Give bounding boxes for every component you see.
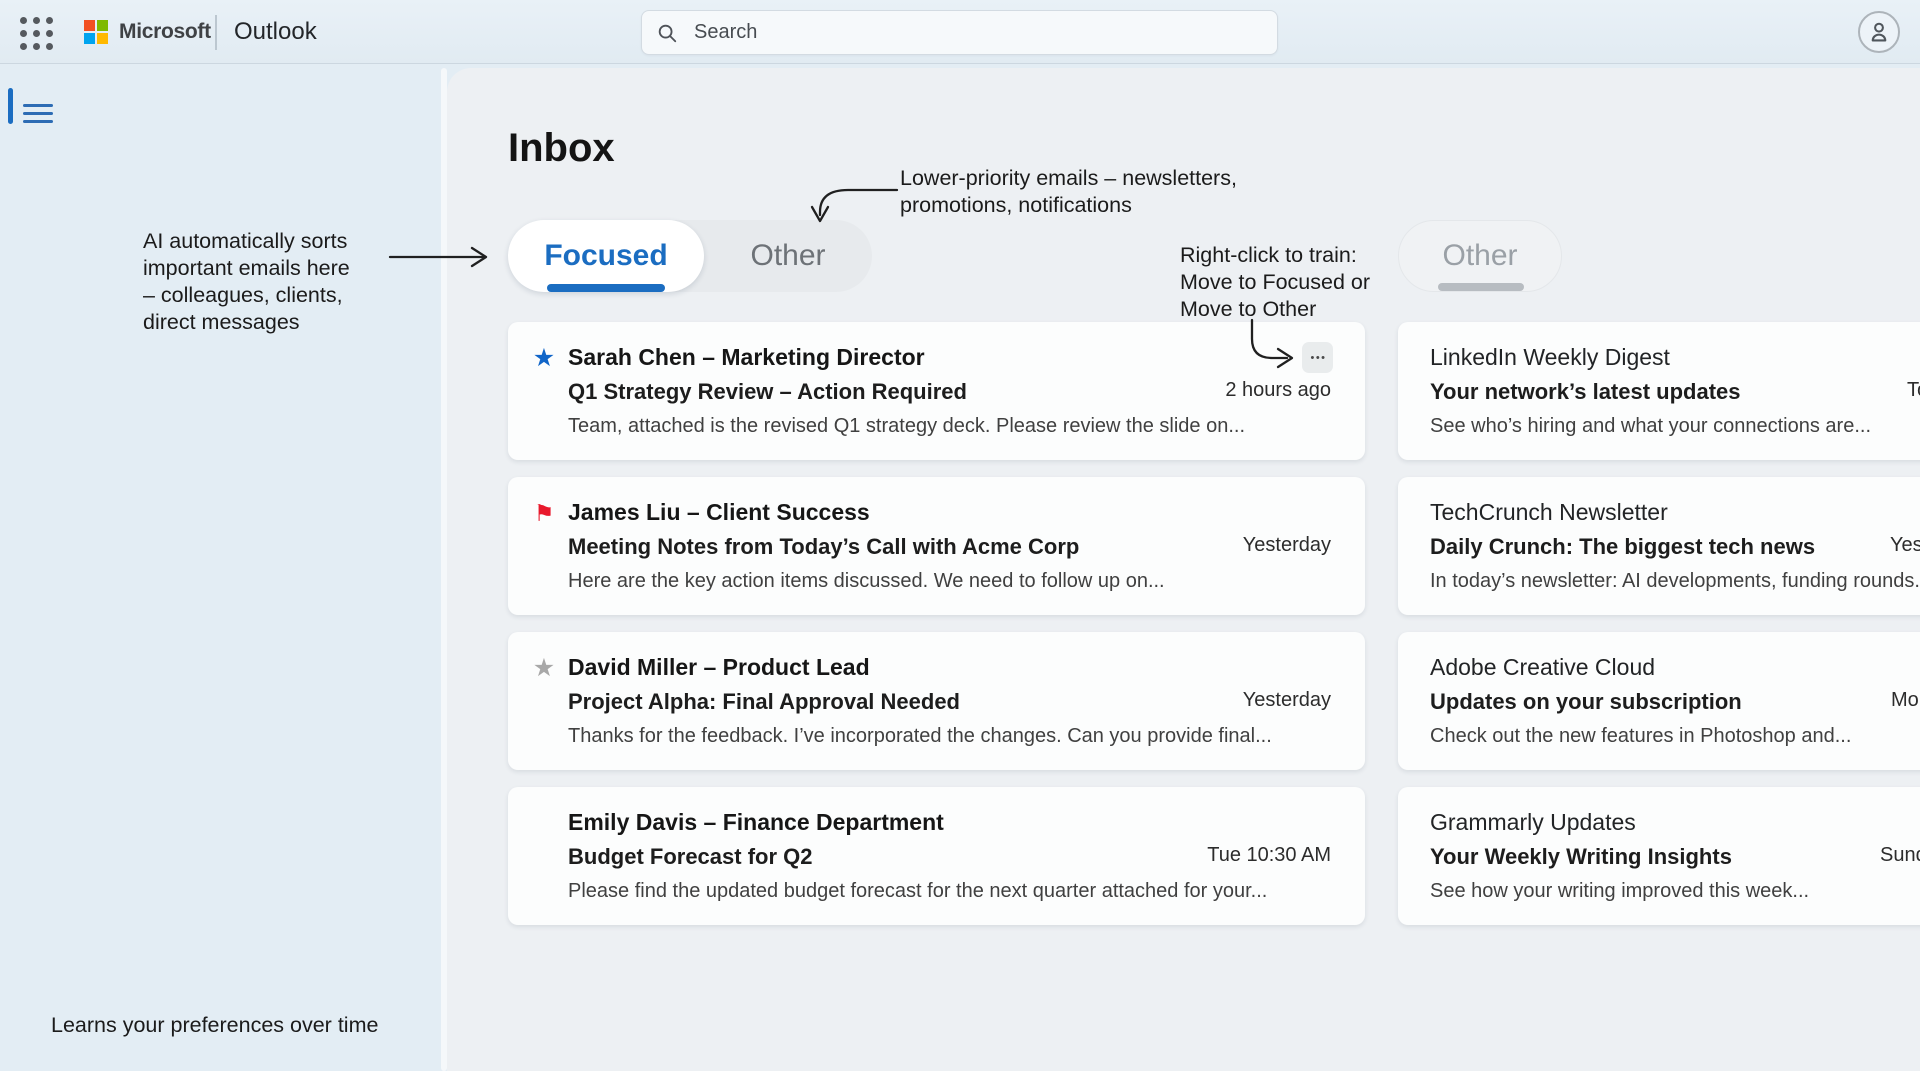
email-sender: Grammarly Updates — [1430, 807, 1636, 837]
annotation-train-note: Right-click to train: Move to Focused or… — [1180, 242, 1370, 323]
email-sender: TechCrunch Newsletter — [1430, 497, 1668, 527]
top-app-bar: Microsoft Outlook — [0, 0, 1920, 64]
email-preview: See who’s hiring and what your connectio… — [1430, 412, 1871, 440]
tab-focused[interactable]: Focused — [508, 220, 704, 292]
email-card[interactable]: ★ Sarah Chen – Marketing Director Q1 Str… — [508, 322, 1365, 460]
email-card[interactable]: Emily Davis – Finance Department Budget … — [508, 787, 1365, 925]
other-column-tab-label: Other — [1442, 239, 1517, 272]
more-options-button[interactable]: ••• — [1302, 342, 1333, 373]
email-time: Yesterday — [1243, 689, 1331, 712]
email-sender: David Miller – Product Lead — [568, 652, 870, 682]
email-sender: LinkedIn Weekly Digest — [1430, 342, 1670, 372]
other-column-tab[interactable]: Other — [1398, 220, 1562, 292]
email-preview: Check out the new features in Photoshop … — [1430, 722, 1851, 750]
annotation-focused-note: AI automatically sorts important emails … — [143, 228, 350, 336]
email-subject: Project Alpha: Final Approval Needed — [568, 687, 960, 717]
email-subject: Budget Forecast for Q2 — [568, 842, 812, 872]
email-preview: See how your writing improved this week.… — [1430, 877, 1809, 905]
email-subject: Your Weekly Writing Insights — [1430, 842, 1732, 872]
email-card[interactable]: ⚑ James Liu – Client Success Meeting Not… — [508, 477, 1365, 615]
email-preview: Thanks for the feedback. I’ve incorporat… — [568, 722, 1272, 750]
hamburger-icon — [23, 112, 53, 115]
microsoft-logo[interactable]: Microsoft — [84, 13, 211, 51]
tab-focused-label: Focused — [544, 239, 667, 272]
email-time: Tue 10:30 AM — [1207, 844, 1331, 867]
email-subject: Your network’s latest updates — [1430, 377, 1741, 407]
waffle-icon — [20, 17, 53, 50]
panel-divider — [441, 68, 447, 1071]
search-icon[interactable] — [656, 22, 678, 44]
email-time: Sunday — [1880, 844, 1920, 867]
sidebar-accent-bar — [8, 88, 13, 124]
email-time: Yesterday — [1243, 534, 1331, 557]
email-subject: Q1 Strategy Review – Action Required — [568, 377, 967, 407]
microsoft-wordmark: Microsoft — [119, 20, 211, 44]
flag-icon[interactable]: ⚑ — [529, 498, 559, 528]
email-preview: Here are the key action items discussed.… — [568, 567, 1165, 595]
tab-other[interactable]: Other — [704, 220, 872, 292]
email-preview: Team, attached is the revised Q1 strateg… — [568, 412, 1245, 440]
email-preview: In today’s newsletter: AI developments, … — [1430, 567, 1920, 595]
email-card[interactable]: Grammarly Updates Your Weekly Writing In… — [1398, 787, 1920, 925]
star-icon[interactable]: ★ — [529, 653, 559, 683]
microsoft-logo-icon — [84, 20, 108, 44]
email-card[interactable]: ★ David Miller – Product Lead Project Al… — [508, 632, 1365, 770]
account-button[interactable] — [1858, 11, 1900, 53]
email-card[interactable]: Adobe Creative Cloud Updates on your sub… — [1398, 632, 1920, 770]
tab-other-label: Other — [750, 239, 825, 272]
email-subject: Updates on your subscription — [1430, 687, 1742, 717]
email-time: Monday — [1891, 689, 1920, 712]
email-card[interactable]: LinkedIn Weekly Digest Your network’s la… — [1398, 322, 1920, 460]
email-sender: Sarah Chen – Marketing Director — [568, 342, 925, 372]
star-icon[interactable]: ★ — [529, 343, 559, 373]
email-subject: Meeting Notes from Today’s Call with Acm… — [568, 532, 1079, 562]
email-time: Yesterday — [1890, 534, 1920, 557]
email-card[interactable]: TechCrunch Newsletter Daily Crunch: The … — [1398, 477, 1920, 615]
app-launcher-button[interactable] — [18, 15, 54, 51]
icon-spacer — [529, 808, 559, 838]
email-subject: Daily Crunch: The biggest tech news — [1430, 532, 1815, 562]
email-preview: Please find the updated budget forecast … — [568, 877, 1267, 905]
annotation-learning-note: Learns your preferences over time — [51, 1012, 378, 1039]
focused-tab-underline — [547, 284, 665, 292]
email-time: Today — [1907, 379, 1920, 402]
search-box[interactable] — [641, 10, 1278, 55]
tab-group: Focused Other — [508, 220, 872, 292]
topbar-divider — [215, 15, 217, 50]
person-icon — [1866, 19, 1892, 45]
email-time: 2 hours ago — [1225, 379, 1331, 402]
email-sender: Adobe Creative Cloud — [1430, 652, 1655, 682]
email-sender: Emily Davis – Finance Department — [568, 807, 944, 837]
annotation-other-note: Lower-priority emails – newsletters, pro… — [900, 165, 1237, 219]
search-input[interactable] — [694, 21, 1263, 44]
page-title: Inbox — [508, 126, 615, 171]
email-sender: James Liu – Client Success — [568, 497, 870, 527]
other-tab-underline — [1438, 283, 1524, 291]
menu-button[interactable] — [21, 90, 55, 122]
app-name: Outlook — [234, 18, 317, 46]
